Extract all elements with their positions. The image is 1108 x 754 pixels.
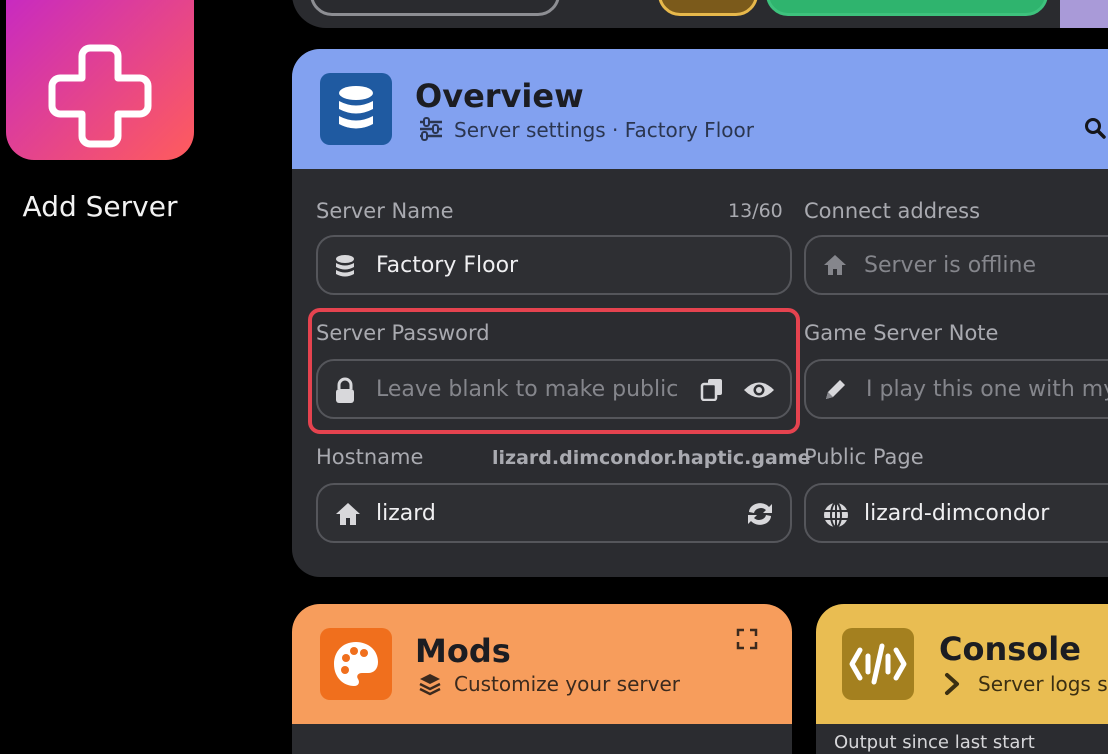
hostname-value: lizard [376, 501, 436, 526]
server-name-label: Server Name [316, 199, 454, 223]
hostname-label: Hostname [316, 445, 424, 469]
mods-body [292, 724, 792, 754]
public-page-value: lizard-dimcondor [864, 501, 1050, 526]
chevron-right-icon [944, 672, 960, 700]
top-action-button-1[interactable] [310, 0, 560, 16]
refresh-icon[interactable] [744, 499, 776, 533]
code-icon [842, 628, 914, 700]
globe-icon [822, 501, 850, 533]
game-server-note-field[interactable]: I play this one with my [804, 359, 1108, 419]
overview-title: Overview [415, 77, 584, 115]
plus-icon [48, 44, 152, 148]
sliders-icon [418, 117, 444, 145]
connect-address-label: Connect address [804, 199, 981, 223]
hostname-full: lizard.dimcondor.haptic.game [492, 447, 811, 469]
server-name-value: Factory Floor [376, 253, 519, 278]
add-server-label: Add Server [22, 190, 178, 223]
pencil-icon [822, 377, 848, 407]
home-icon [334, 501, 362, 531]
top-action-button-3[interactable] [766, 0, 1048, 16]
console-title: Console [939, 630, 1081, 668]
server-password-highlight [308, 308, 800, 434]
game-server-note-label: Game Server Note [804, 321, 999, 345]
connect-address-field[interactable]: Server is offline [804, 235, 1108, 295]
home-icon [822, 253, 848, 281]
top-edge-tab[interactable] [1060, 0, 1108, 28]
overview-subtitle: Server settings · Factory Floor [454, 118, 754, 142]
public-page-field[interactable]: lizard-dimcondor [804, 483, 1108, 543]
public-page-label: Public Page [804, 445, 924, 469]
layers-icon [418, 672, 442, 700]
mods-subtitle: Customize your server [454, 672, 680, 696]
top-action-button-2[interactable] [658, 0, 758, 16]
console-panel: Console Server logs si Output since last… [816, 604, 1108, 754]
search-icon[interactable] [1084, 117, 1106, 143]
connect-address-placeholder: Server is offline [864, 253, 1037, 278]
palette-icon [320, 628, 392, 700]
expand-icon[interactable] [736, 628, 758, 654]
database-icon [320, 73, 392, 145]
add-server-button[interactable] [6, 0, 194, 160]
server-name-field[interactable]: Factory Floor [316, 235, 792, 295]
mods-title: Mods [415, 632, 511, 670]
console-subtitle: Server logs si [978, 672, 1108, 696]
server-name-counter: 13/60 [728, 200, 783, 222]
game-server-note-placeholder: I play this one with my [866, 377, 1108, 402]
database-icon [334, 253, 356, 283]
console-output-label: Output since last start [834, 732, 1035, 753]
hostname-field[interactable]: lizard [316, 483, 792, 543]
mods-panel: Mods Customize your server [292, 604, 792, 754]
